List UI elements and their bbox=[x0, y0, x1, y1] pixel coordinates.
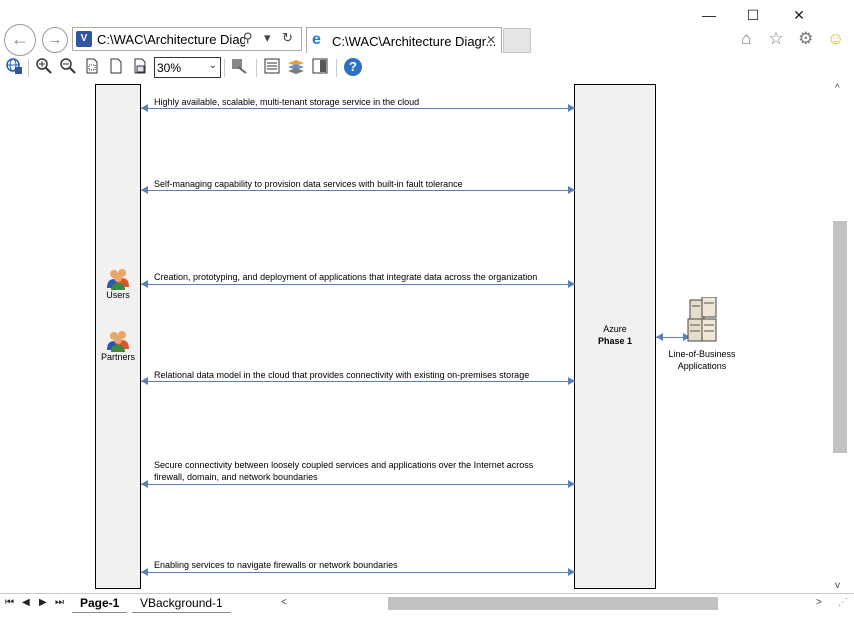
feedback-smiley-icon[interactable]: ☺ bbox=[823, 29, 848, 49]
help-icon[interactable]: ? bbox=[344, 58, 362, 76]
pan-zoom-icon[interactable] bbox=[230, 57, 250, 77]
message-arrow bbox=[141, 186, 575, 195]
azure-phase: Phase 1 bbox=[597, 336, 633, 346]
close-window-button[interactable]: ✕ bbox=[784, 4, 814, 26]
lob-label-line1: Line-of-Business bbox=[668, 349, 736, 359]
last-page-icon[interactable]: ⏭ bbox=[55, 597, 64, 608]
zoom-value: 30% bbox=[157, 61, 182, 75]
first-page-icon[interactable]: ⏮ bbox=[5, 597, 14, 608]
tab-close-icon[interactable]: ✕ bbox=[486, 33, 496, 47]
resize-grip-icon[interactable]: ⋰ bbox=[838, 597, 848, 608]
message-arrow bbox=[141, 568, 575, 577]
browser-tab[interactable]: e C:\WAC\Architecture Diagr... ✕ bbox=[306, 27, 502, 53]
partners-actor: Partners bbox=[96, 330, 140, 362]
page-view-icon[interactable] bbox=[106, 57, 126, 77]
diagram-canvas: Users Partners Azure Phase 1 Line-of-Bus… bbox=[0, 81, 829, 593]
tab-title: C:\WAC\Architecture Diagr... bbox=[332, 34, 497, 49]
visio-globe-icon[interactable] bbox=[4, 57, 24, 77]
users-icon bbox=[107, 269, 129, 290]
visio-file-icon: V bbox=[76, 31, 92, 47]
properties-pane-icon[interactable] bbox=[310, 57, 330, 77]
azure-name: Azure bbox=[603, 324, 627, 334]
toolbar-separator bbox=[28, 59, 29, 77]
browser-icons: ⌂ ☆ ⚙ ☺ bbox=[734, 29, 848, 49]
forward-button[interactable]: → bbox=[42, 27, 68, 53]
zoom-out-icon[interactable] bbox=[58, 57, 78, 77]
azure-label: Azure Phase 1 bbox=[575, 323, 655, 347]
actual-size-icon[interactable] bbox=[130, 57, 150, 77]
scroll-up-icon[interactable]: ^ bbox=[835, 83, 840, 94]
layers-icon[interactable] bbox=[286, 57, 306, 77]
home-icon[interactable]: ⌂ bbox=[734, 29, 759, 49]
scroll-down-icon[interactable]: v bbox=[835, 580, 840, 591]
users-actor: Users bbox=[98, 268, 138, 300]
window-controls: — ☐ ✕ bbox=[694, 0, 854, 30]
vertical-scroll-thumb[interactable] bbox=[833, 221, 847, 453]
toolbar-separator bbox=[256, 59, 257, 77]
chevron-down-icon[interactable]: ⌄ bbox=[209, 60, 217, 71]
scroll-right-icon[interactable]: > bbox=[816, 597, 822, 608]
settings-gear-icon[interactable]: ⚙ bbox=[793, 29, 818, 49]
toolbar-separator bbox=[224, 59, 225, 77]
visio-toolbar: ? bbox=[0, 55, 854, 81]
message-arrow bbox=[141, 104, 575, 113]
favorites-star-icon[interactable]: ☆ bbox=[764, 29, 789, 49]
next-page-icon[interactable]: ▶ bbox=[39, 597, 47, 608]
address-bar[interactable]: V C:\WAC\Architecture Diagra ⚲ ▾ ↻ bbox=[72, 27, 302, 51]
shape-data-icon[interactable] bbox=[262, 57, 282, 77]
zoom-select[interactable]: 30% ⌄ bbox=[154, 57, 221, 78]
new-tab-button[interactable] bbox=[503, 28, 531, 53]
page-tabs-bar: ⏮ ◀ ▶ ⏭ Page-1 VBackground-1 < > ⋰ bbox=[0, 593, 854, 613]
horizontal-scroll-thumb[interactable] bbox=[388, 597, 718, 610]
zoom-in-icon[interactable] bbox=[34, 57, 54, 77]
lob-applications: Line-of-Business Applications bbox=[660, 296, 744, 372]
partners-label: Partners bbox=[100, 352, 135, 362]
scroll-left-icon[interactable]: < bbox=[281, 597, 287, 608]
message-arrow bbox=[141, 280, 575, 289]
fit-page-icon[interactable] bbox=[82, 57, 102, 77]
ie-logo-icon: e bbox=[312, 31, 321, 48]
users-label: Users bbox=[106, 290, 130, 300]
back-button[interactable]: ← bbox=[4, 24, 36, 56]
tab-page-1[interactable]: Page-1 bbox=[72, 595, 128, 613]
address-text[interactable]: C:\WAC\Architecture Diagra bbox=[97, 32, 245, 47]
partners-icon bbox=[107, 331, 129, 352]
minimize-button[interactable]: — bbox=[694, 4, 724, 26]
server-icon bbox=[687, 296, 717, 342]
prev-page-icon[interactable]: ◀ bbox=[22, 597, 30, 608]
maximize-button[interactable]: ☐ bbox=[738, 4, 768, 26]
address-actions-icon[interactable]: ⚲ ▾ ↻ bbox=[243, 30, 297, 46]
message-arrow bbox=[141, 377, 575, 386]
message-arrow bbox=[141, 480, 575, 489]
tab-vbackground-1[interactable]: VBackground-1 bbox=[132, 595, 231, 613]
lob-label-line2: Applications bbox=[677, 361, 727, 371]
vertical-scrollbar[interactable]: ^ v bbox=[829, 81, 854, 593]
toolbar-separator bbox=[336, 59, 337, 77]
